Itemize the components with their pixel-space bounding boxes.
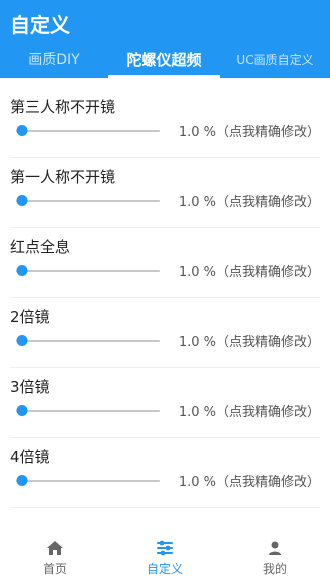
header-bar: 自定义 画质DIY 陀螺仪超频 UC画质自定义 — [0, 0, 330, 78]
setting-value-button[interactable]: 1.0 %（点我精确修改） — [179, 471, 320, 490]
slider-track[interactable] — [16, 130, 160, 132]
setting-value: 1.0 % — [178, 335, 216, 350]
slider-thumb[interactable] — [16, 125, 28, 136]
setting-label: 2倍镜 — [10, 308, 50, 326]
slider-track[interactable] — [16, 270, 160, 272]
setting-row-first-person: 第一人称不开镜 1.0 %（点我精确修改） — [10, 158, 320, 228]
slider-track[interactable] — [16, 410, 160, 412]
setting-row-third-person: 第三人称不开镜 1.0 %（点我精确修改） — [10, 88, 320, 158]
tab-quality-diy[interactable]: 画质DIY — [0, 40, 108, 78]
setting-value-button[interactable]: 1.0 %（点我精确修改） — [179, 121, 320, 140]
user-icon — [266, 540, 284, 556]
slider-track[interactable] — [16, 340, 160, 342]
nav-item-custom[interactable]: 自定义 — [110, 530, 220, 586]
setting-row-red-dot-holo: 红点全息 1.0 %（点我精确修改） — [10, 228, 320, 298]
slider-thumb[interactable] — [16, 475, 28, 486]
sliders-icon — [156, 540, 174, 556]
setting-label: 3倍镜 — [10, 378, 50, 396]
setting-label: 红点全息 — [10, 238, 71, 256]
tab-uc-quality-custom[interactable]: UC画质自定义 — [220, 40, 330, 78]
setting-value: 1.0 % — [178, 405, 216, 420]
setting-value: 1.0 % — [178, 265, 216, 280]
setting-row-3x-scope: 3倍镜 1.0 %（点我精确修改） — [10, 368, 320, 438]
nav-label: 自定义 — [146, 561, 183, 576]
slider-thumb[interactable] — [16, 335, 28, 346]
setting-hint: （点我精确修改） — [215, 195, 320, 210]
setting-label: 第一人称不开镜 — [10, 168, 116, 186]
slider-thumb[interactable] — [16, 195, 28, 206]
tab-bar: 画质DIY 陀螺仪超频 UC画质自定义 — [0, 40, 330, 78]
page-title: 自定义 — [10, 13, 70, 37]
tab-gyro-overclock[interactable]: 陀螺仪超频 — [108, 40, 220, 78]
slider-thumb[interactable] — [16, 405, 28, 416]
setting-value-button[interactable]: 1.0 %（点我精确修改） — [179, 261, 320, 280]
setting-value-button[interactable]: 1.0 %（点我精确修改） — [179, 401, 320, 420]
nav-label: 首页 — [42, 561, 67, 576]
setting-value: 1.0 % — [178, 125, 216, 140]
sensitivity-list: 第三人称不开镜 1.0 %（点我精确修改） 第一人称不开镜 1.0 %（点我精确… — [10, 88, 320, 508]
setting-hint: （点我精确修改） — [215, 335, 320, 350]
slider-track[interactable] — [16, 480, 160, 482]
setting-value-button[interactable]: 1.0 %（点我精确修改） — [179, 331, 320, 350]
bottom-nav: 首页 自定义 我的 — [0, 530, 330, 586]
setting-label: 4倍镜 — [10, 448, 50, 466]
nav-item-home[interactable]: 首页 — [0, 530, 110, 586]
nav-item-profile[interactable]: 我的 — [220, 530, 330, 586]
setting-row-2x-scope: 2倍镜 1.0 %（点我精确修改） — [10, 298, 320, 368]
nav-label: 我的 — [262, 561, 287, 576]
setting-hint: （点我精确修改） — [215, 265, 320, 280]
slider-track[interactable] — [16, 200, 160, 202]
setting-row-4x-scope: 4倍镜 1.0 %（点我精确修改） — [10, 438, 320, 508]
setting-hint: （点我精确修改） — [215, 475, 320, 490]
slider-thumb[interactable] — [16, 265, 28, 276]
setting-value-button[interactable]: 1.0 %（点我精确修改） — [179, 191, 320, 210]
app-screen: 自定义 画质DIY 陀螺仪超频 UC画质自定义 第三人称不开镜 1.0 %（点我… — [0, 0, 330, 586]
home-icon — [46, 540, 64, 556]
setting-label: 第三人称不开镜 — [10, 98, 116, 116]
setting-hint: （点我精确修改） — [215, 125, 320, 140]
setting-value: 1.0 % — [178, 195, 216, 210]
setting-hint: （点我精确修改） — [215, 405, 320, 420]
setting-value: 1.0 % — [178, 475, 216, 490]
